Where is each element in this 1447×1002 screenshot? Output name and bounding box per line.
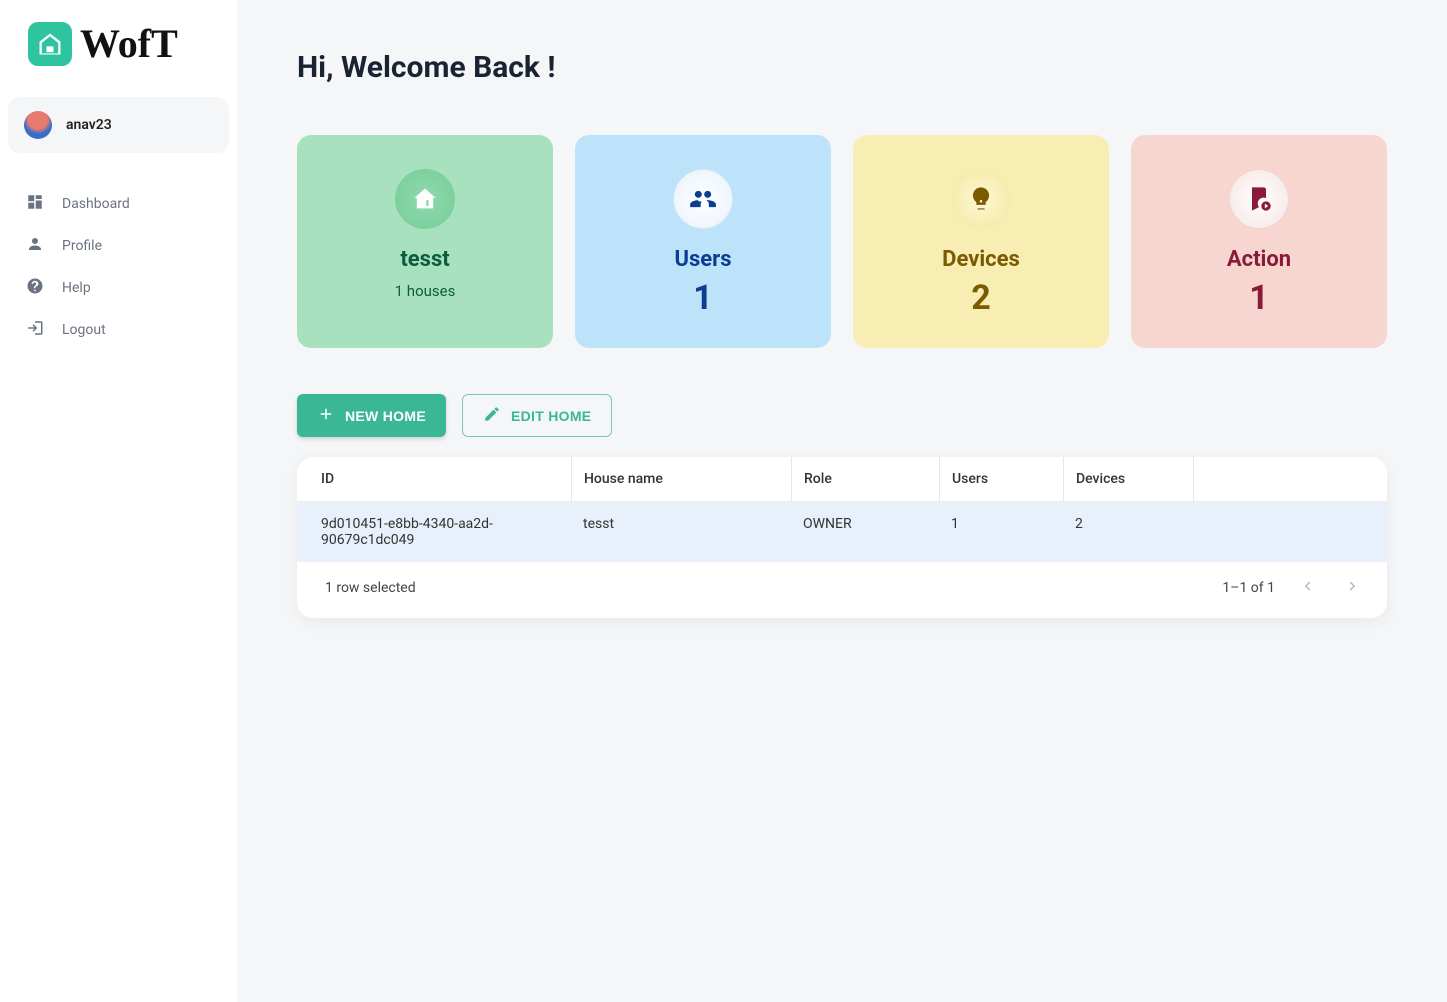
- logout-icon: [26, 319, 44, 341]
- column-header-id[interactable]: ID: [297, 457, 571, 501]
- selection-status: 1 row selected: [325, 580, 416, 596]
- chevron-left-icon: [1298, 577, 1316, 599]
- sidebar-item-help[interactable]: Help: [8, 267, 229, 309]
- stat-card-title: Users: [585, 247, 821, 272]
- brand-name: WofT: [80, 20, 178, 67]
- nav-list: Dashboard Profile Help Logout: [8, 183, 229, 351]
- stat-card-action[interactable]: Action 1: [1131, 135, 1387, 348]
- main-content: Hi, Welcome Back ! tesst 1 houses Users …: [237, 0, 1447, 1002]
- stat-card-devices[interactable]: Devices 2: [853, 135, 1109, 348]
- column-header-spacer: [1193, 457, 1387, 501]
- brand-icon: [28, 22, 72, 66]
- help-icon: [26, 277, 44, 299]
- avatar: [24, 111, 52, 139]
- column-header-users[interactable]: Users: [939, 457, 1063, 501]
- stat-card-users[interactable]: Users 1: [575, 135, 831, 348]
- new-home-button[interactable]: New Home: [297, 394, 446, 437]
- pagination: 1–1 of 1: [1222, 574, 1367, 602]
- table-footer: 1 row selected 1–1 of 1: [297, 562, 1387, 618]
- button-label: New Home: [345, 408, 426, 424]
- stat-card-value: 1: [585, 278, 821, 318]
- sidebar-item-label: Logout: [62, 322, 106, 338]
- user-card[interactable]: anav23: [8, 97, 229, 153]
- pagination-range: 1–1 of 1: [1222, 580, 1275, 596]
- stat-card-house[interactable]: tesst 1 houses: [297, 135, 553, 348]
- cell-users: 1: [939, 502, 1063, 562]
- sidebar: WofT anav23 Dashboard Profile: [0, 0, 237, 1002]
- edit-home-button[interactable]: Edit Home: [462, 394, 612, 437]
- stat-card-value: 1: [1141, 278, 1377, 318]
- cell-role: OWNER: [791, 502, 939, 562]
- stat-card-title: tesst: [307, 247, 543, 272]
- stat-cards-row: tesst 1 houses Users 1 Devices 2: [297, 135, 1387, 348]
- cell-house-name: tesst: [571, 502, 791, 562]
- prev-page-button[interactable]: [1293, 574, 1321, 602]
- stat-card-subtitle: 1 houses: [307, 282, 543, 300]
- house-icon: [395, 169, 455, 229]
- column-header-role[interactable]: Role: [791, 457, 939, 501]
- table-header-row: ID House name Role Users Devices: [297, 457, 1387, 502]
- next-page-button[interactable]: [1339, 574, 1367, 602]
- cell-id: 9d010451-e8bb-4340-aa2d-90679c1dc049: [297, 502, 571, 562]
- cell-devices: 2: [1063, 502, 1193, 562]
- page-title: Hi, Welcome Back !: [297, 50, 1387, 85]
- sidebar-item-dashboard[interactable]: Dashboard: [8, 183, 229, 225]
- chevron-right-icon: [1344, 577, 1362, 599]
- sidebar-item-label: Profile: [62, 238, 102, 254]
- sidebar-item-label: Dashboard: [62, 196, 130, 212]
- sidebar-item-logout[interactable]: Logout: [8, 309, 229, 351]
- brand-logo[interactable]: WofT: [8, 20, 229, 87]
- dashboard-icon: [26, 193, 44, 215]
- bookmark-play-icon: [1229, 169, 1289, 229]
- stat-card-value: 2: [863, 278, 1099, 318]
- cell-spacer: [1193, 502, 1387, 562]
- sidebar-item-label: Help: [62, 280, 91, 296]
- column-header-house-name[interactable]: House name: [571, 457, 791, 501]
- plus-icon: [317, 405, 335, 426]
- stat-card-title: Devices: [863, 247, 1099, 272]
- bulb-icon: [951, 169, 1011, 229]
- button-label: Edit Home: [511, 408, 591, 424]
- person-icon: [26, 235, 44, 257]
- table-row[interactable]: 9d010451-e8bb-4340-aa2d-90679c1dc049 tes…: [297, 502, 1387, 562]
- sidebar-item-profile[interactable]: Profile: [8, 225, 229, 267]
- stat-card-title: Action: [1141, 247, 1377, 272]
- pencil-icon: [483, 405, 501, 426]
- users-icon: [673, 169, 733, 229]
- houses-table: ID House name Role Users Devices 9d01045…: [297, 457, 1387, 618]
- column-header-devices[interactable]: Devices: [1063, 457, 1193, 501]
- action-buttons-row: New Home Edit Home: [297, 394, 1387, 437]
- user-name: anav23: [66, 117, 112, 133]
